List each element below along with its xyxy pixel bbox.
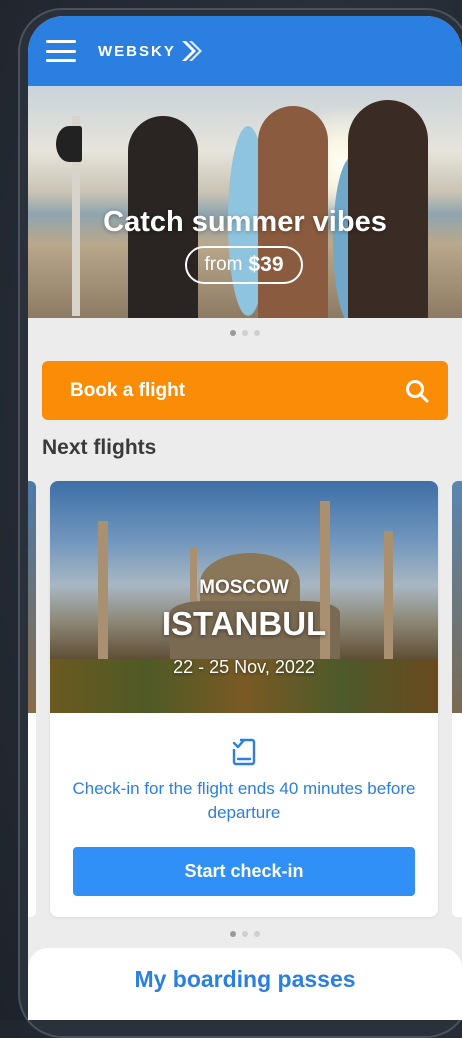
logo-text: WEBSKY xyxy=(98,42,176,60)
flights-carousel-dots[interactable] xyxy=(28,931,462,937)
flight-card[interactable]: MOSCOW ISTANBUL 22 - 25 Nov, 2022 Check-… xyxy=(50,481,438,917)
promo-title: Catch summer vibes xyxy=(103,206,387,238)
hamburger-icon[interactable] xyxy=(46,40,76,62)
checkin-icon xyxy=(232,738,256,766)
banner-carousel-dots[interactable] xyxy=(28,330,462,336)
start-checkin-button[interactable]: Start check-in xyxy=(73,847,415,896)
next-flights-heading: Next flights xyxy=(42,436,157,459)
search-icon xyxy=(406,379,429,402)
promo-banner[interactable]: Catch summer vibes from $39 xyxy=(28,86,462,318)
carousel-dot[interactable] xyxy=(230,931,236,937)
carousel-dot[interactable] xyxy=(254,330,260,336)
price-prefix: from xyxy=(204,254,243,275)
top-bar: WEBSKY xyxy=(28,16,462,86)
previous-flight-card-peek[interactable] xyxy=(28,481,36,917)
carousel-dot[interactable] xyxy=(230,330,236,336)
carousel-dot[interactable] xyxy=(242,931,248,937)
book-flight-label: Book a flight xyxy=(70,379,186,401)
next-flight-card-peek[interactable] xyxy=(452,481,462,917)
boarding-passes-panel[interactable]: My boarding passes xyxy=(28,948,462,1020)
logo-chevrons-icon xyxy=(181,41,202,61)
carousel-dot[interactable] xyxy=(254,931,260,937)
websky-logo[interactable]: WEBSKY xyxy=(98,39,202,63)
minaret xyxy=(384,531,393,671)
promo-price-pill[interactable]: from $39 xyxy=(185,246,303,284)
destination-city: ISTANBUL xyxy=(161,605,327,642)
boarding-passes-link[interactable]: My boarding passes xyxy=(134,966,355,1020)
app-screen: WEBSKY Catch summer vibes from $39 Book … xyxy=(28,16,462,1020)
carousel-dot[interactable] xyxy=(242,330,248,336)
flight-dates: 22 - 25 Nov, 2022 xyxy=(173,657,315,677)
price-value: $39 xyxy=(248,253,284,276)
origin-city: MOSCOW xyxy=(199,577,289,598)
surfboard-fin xyxy=(56,126,82,162)
destination-image: MOSCOW ISTANBUL 22 - 25 Nov, 2022 xyxy=(50,481,438,713)
checkin-deadline-note: Check-in for the flight ends 40 minutes … xyxy=(72,779,416,822)
book-flight-button[interactable]: Book a flight xyxy=(42,361,448,420)
